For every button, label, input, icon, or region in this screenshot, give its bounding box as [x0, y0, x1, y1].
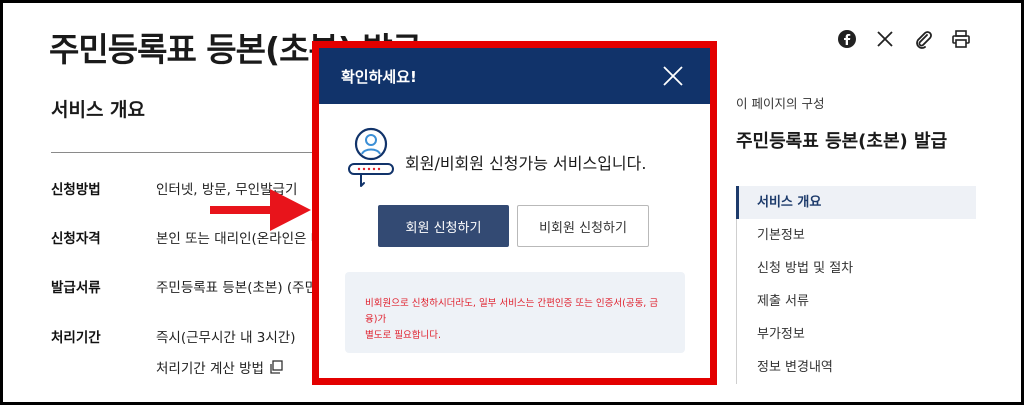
share-bar [835, 27, 973, 51]
toc-list: 서비스 개요 기본정보 신청 방법 및 절차 제출 서류 부가정보 정보 변경내… [736, 186, 976, 384]
calc-link-label: 처리기간 계산 방법 [156, 361, 264, 377]
toc-item-overview[interactable]: 서비스 개요 [736, 186, 976, 219]
divider [51, 152, 331, 153]
toc-caption: 이 페이지의 구성 [736, 96, 825, 111]
pointer-arrow-icon [210, 189, 311, 231]
link-icon[interactable] [911, 27, 935, 51]
notice-box: 비회원으로 신청하시더라도, 일부 서비스는 간편인증 또는 인증서(공동, 금… [345, 272, 685, 353]
info-label: 신청자격 [51, 231, 101, 247]
x-icon[interactable] [873, 27, 897, 51]
modal-message: 회원/비회원 신청가능 서비스입니다. [405, 154, 647, 173]
member-apply-button[interactable]: 회원 신청하기 [378, 205, 509, 247]
info-row-processing: 처리기간 즉시(근무시간 내 3시간) [51, 326, 296, 346]
user-auth-icon [348, 127, 394, 187]
guest-apply-button[interactable]: 비회원 신청하기 [517, 205, 649, 247]
notice-line: 별도로 필요합니다. [365, 330, 441, 341]
modal-header: 확인하세요! [319, 48, 710, 104]
close-icon [663, 66, 683, 86]
processing-calc-link[interactable]: 처리기간 계산 방법 [156, 357, 283, 377]
toc-item-change-history[interactable]: 정보 변경내역 [737, 351, 976, 384]
info-label: 발급서류 [51, 280, 101, 296]
toc-item-additional-info[interactable]: 부가정보 [737, 318, 976, 351]
modal-title: 확인하세요! [341, 67, 417, 86]
notice-line: 비회원으로 신청하시더라도, 일부 서비스는 간편인증 또는 인증서(공동, 금… [365, 298, 659, 325]
copy-icon [270, 360, 283, 374]
toc-item-documents[interactable]: 제출 서류 [737, 285, 976, 318]
modal-close-button[interactable] [660, 63, 686, 89]
section-title: 서비스 개요 [51, 99, 146, 121]
print-icon[interactable] [949, 27, 973, 51]
toc-title: 주민등록표 등본(초본) 발급 [736, 131, 948, 152]
confirm-modal: 확인하세요! 회원/비회원 신청가능 서비스입니다. 회원 신청하기 비회원 신… [312, 41, 717, 385]
info-label: 신청방법 [51, 182, 101, 198]
modal-body: 회원/비회원 신청가능 서비스입니다. 회원 신청하기 비회원 신청하기 비회원… [319, 104, 710, 378]
facebook-icon[interactable] [835, 27, 859, 51]
info-row-documents: 발급서류 주민등록표 등본(초본) (주민등 [51, 276, 329, 296]
info-value: 주민등록표 등본(초본) (주민등 [156, 280, 330, 296]
toc-item-basic-info[interactable]: 기본정보 [737, 219, 976, 252]
info-label: 처리기간 [51, 330, 101, 346]
info-value: 즉시(근무시간 내 3시간) [156, 330, 296, 346]
toc-item-procedure[interactable]: 신청 방법 및 절차 [737, 252, 976, 285]
